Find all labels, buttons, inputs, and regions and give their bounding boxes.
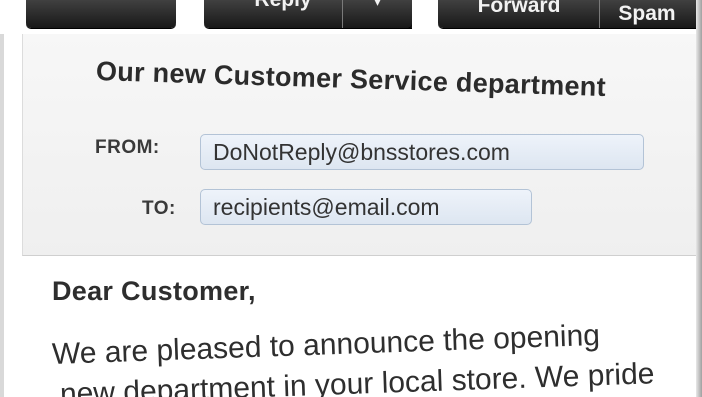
toolbar-button-left[interactable] [26,0,176,28]
reply-dropdown-button[interactable]: ▾ [343,0,412,28]
email-toolbar: Reply ▾ Forward Spam [0,0,702,34]
to-label: TO: [142,198,176,219]
from-address[interactable]: DoNotReply@bnsstores.com [200,134,644,170]
chevron-down-icon: ▾ [373,0,382,10]
reply-button-label: Reply [254,0,311,11]
spam-button[interactable]: Spam [600,0,702,28]
forward-button-label: Forward [477,0,561,17]
window-right-border [696,0,702,397]
window-left-border [0,0,4,397]
email-greeting: Dear Customer, [52,276,256,306]
forward-button[interactable]: Forward [438,0,600,28]
spam-button-label: Spam [618,2,676,25]
email-viewer: Reply ▾ Forward Spam Our new Customer Se… [0,0,702,397]
to-address[interactable]: recipients@email.com [200,189,532,225]
from-label: FROM: [95,137,160,158]
